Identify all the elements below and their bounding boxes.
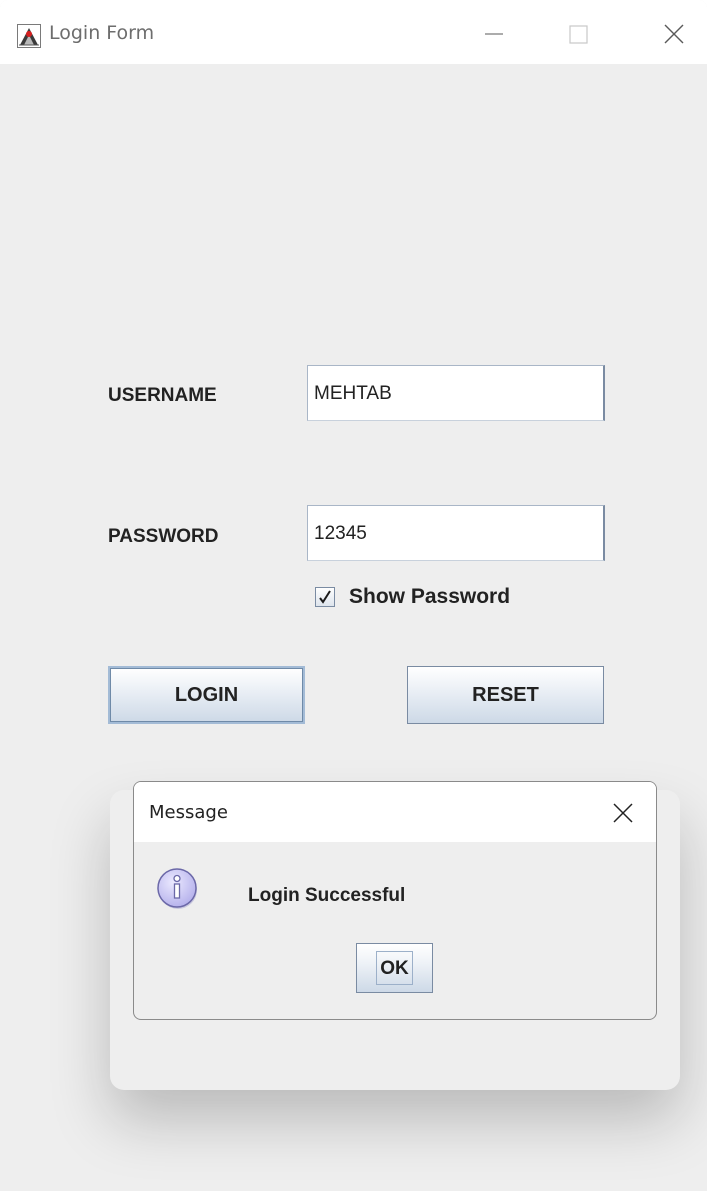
password-label: PASSWORD [108,526,219,547]
username-field[interactable]: MEHTAB [307,365,605,421]
password-value: 12345 [314,523,367,544]
minimize-button[interactable] [478,14,526,54]
close-button[interactable] [650,14,698,54]
window-title: Login Form [49,22,155,44]
dialog-close-button[interactable] [608,798,638,828]
login-window: Login Form USERNAME MEHTAB PASSWORD 1234… [0,0,707,1191]
show-password-label[interactable]: Show Password [349,585,510,609]
username-value: MEHTAB [314,383,392,404]
password-field[interactable]: 12345 [307,505,605,561]
username-label: USERNAME [108,385,217,406]
dialog-message: Login Successful [248,885,406,906]
close-icon [608,803,638,832]
message-dialog: Message Login Successful OK [133,781,657,1020]
ok-button[interactable]: OK [356,943,433,993]
maximize-button[interactable] [556,14,604,54]
info-icon [156,867,200,911]
reset-button[interactable]: RESET [407,666,604,724]
dialog-titlebar[interactable]: Message [134,782,656,842]
dialog-title: Message [149,802,228,823]
show-password-checkbox[interactable] [315,587,335,607]
login-button[interactable]: LOGIN [108,666,305,724]
java-duke-icon [17,24,41,48]
window-titlebar[interactable]: Login Form [0,0,707,64]
ok-button-label: OK [376,951,413,985]
